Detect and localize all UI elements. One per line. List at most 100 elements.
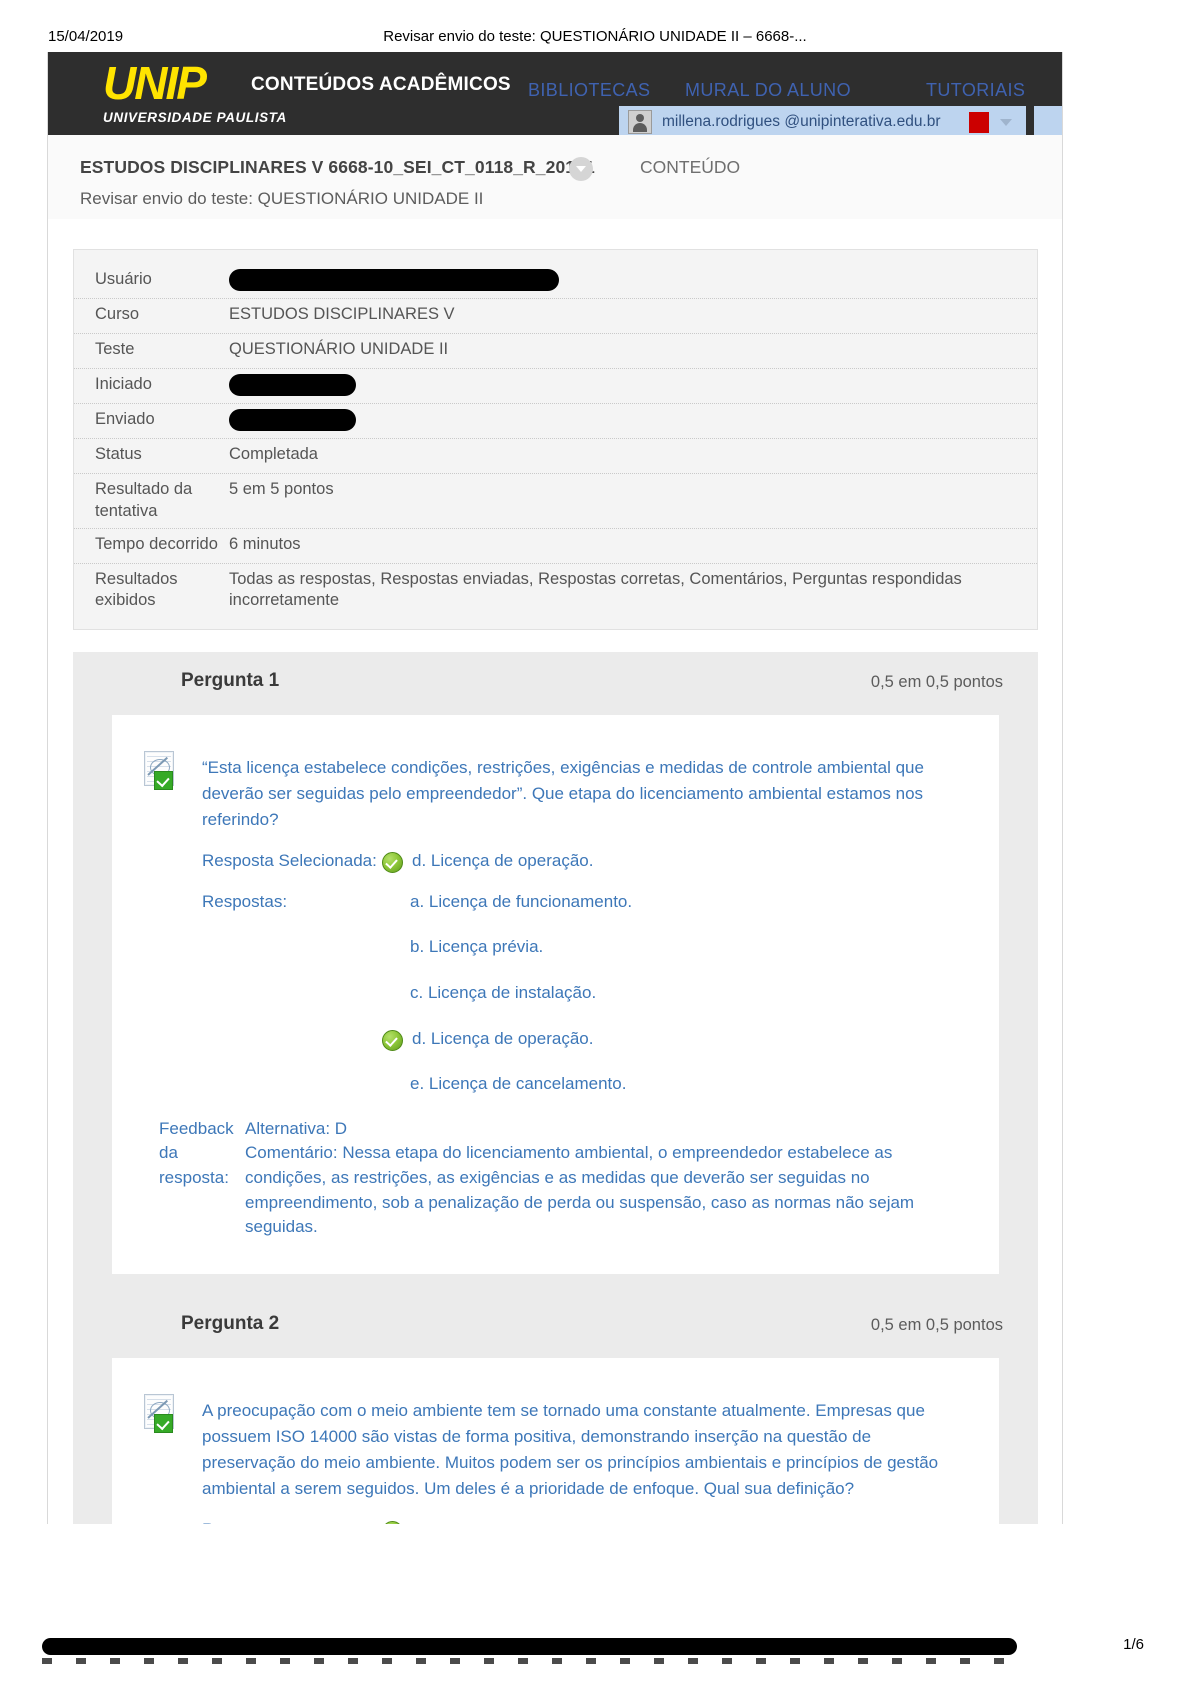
footer-url-ghost [42,1658,1017,1664]
selected-answer-row: Resposta c. [202,1518,963,1524]
print-document-title: Revisar envio do teste: QUESTIONÁRIO UNI… [383,28,807,45]
selected-answer-row: Resposta Selecionada: d. Licença de opera… [202,849,963,874]
user-avatar-icon [628,110,652,134]
info-row-value: Completada [229,445,318,463]
info-row: Teste QUESTIONÁRIO UNIDADE II [74,334,1037,369]
info-row-value: QUESTIONÁRIO UNIDADE II [229,340,449,358]
answer-options-list: a. Licença de funcionamento. b. Licença p… [382,890,632,1097]
answer-option: d. Licença de operação. [382,1027,632,1052]
answer-option-text: e. Licença de cancelamento. [410,1074,627,1094]
info-row: Iniciado [74,369,1037,404]
question-text: “Esta licença estabelece condições, rest… [202,758,924,829]
info-row: Curso ESTUDOS DISCIPLINARES V [74,299,1037,334]
print-footer: 1/6 [0,1636,1190,1664]
page-content: UNIP UNIVERSIDADE PAULISTA CONTEÚDOS ACA… [47,52,1063,1524]
notification-badge[interactable] [969,112,989,133]
info-row-value [229,374,372,396]
feedback-alternative: Alternativa: D [245,1118,348,1138]
info-row: Status Completada [74,439,1037,474]
info-row-label: Resultados exibidos [95,569,178,610]
question-correct-icon [144,1394,178,1433]
question-block-1: Pergunta 1 0,5 em 0,5 pontos “Esta licença… [73,652,1038,1297]
info-row-value: Todas as respostas, Respostas enviadas, … [229,569,962,610]
correct-answer-check-icon [382,852,403,873]
breadcrumb-section[interactable]: CONTEÚDO [640,157,740,178]
info-row: Enviado [74,404,1037,439]
info-row: Resultado da tentativa 5 em 5 pontos [74,474,1037,529]
green-check-badge-icon [154,771,173,790]
info-row: Resultados exibidos Todas as respostas, R… [74,564,1037,618]
info-row-label: Usuário [95,270,152,288]
top-navigation: BIBLIOTECAS MURAL DO ALUNO TUTORIAIS [528,80,1048,104]
nav-item-bibliotecas[interactable]: BIBLIOTECAS [528,80,650,101]
selected-answer-value: d. Licença de operação. [382,849,593,874]
info-row-label: Status [95,445,142,463]
redacted-value [229,374,356,396]
info-row-label: Tempo decorrido [95,534,218,553]
feedback-body: Alternativa: D Comentário: Nessa etapa do… [245,1117,963,1240]
answer-option: c. Licença de instalação. [382,981,632,1006]
question-points: 0,5 em 0,5 pontos [870,673,1003,691]
nav-item-mural-do-aluno[interactable]: MURAL DO ALUNO [685,80,851,101]
info-row-value: ESTUDOS DISCIPLINARES V [229,305,455,323]
info-row: Usuário [74,264,1037,299]
attempt-info-table: Usuário Curso ESTUDOS DISCIPLINARES V Teste… [73,249,1038,631]
question-title: Pergunta 2 [181,1313,280,1334]
feedback-row: Feedback da resposta: Alternativa: D Comen… [159,1117,963,1240]
account-menu[interactable]: millena.rodrigues @unipinterativa.edu.br [619,106,1026,135]
answer-options-label: Respostas: [202,891,288,911]
question-body: “Esta licença estabelece condições, rest… [73,715,1038,1297]
question-block-2: Pergunta 2 0,5 em 0,5 pontos A preocupação… [73,1295,1038,1524]
answers-grid: Resposta c. [202,1518,963,1524]
answer-options-row: Respostas: a. Licença de funcionamento. b.… [202,890,963,1097]
selected-answer-label: Resposta Selecionada: [202,851,377,870]
question-title: Pergunta 1 [181,670,280,691]
info-row-value: 6 minutos [229,534,301,553]
chevron-down-circle-icon[interactable] [569,157,593,181]
answer-option-text: b. Licença prévia. [410,937,544,957]
logo-subtitle: UNIVERSIDADE PAULISTA [103,110,287,125]
info-row-value [229,409,372,431]
redacted-value [229,269,559,291]
question-points: 0,5 em 0,5 pontos [870,1316,1003,1334]
selected-answer-label: Resposta [202,1518,382,1524]
correct-answer-check-icon [382,1029,403,1051]
page-title: Revisar envio do teste: QUESTIONÁRIO UNI… [80,189,484,208]
answer-option-text: c. Licença de instalação. [410,982,597,1002]
answer-option-text: a. Licença de funcionamento. [410,891,633,911]
brand-title: CONTEÚDOS ACADÊMICOS [251,74,511,95]
info-row-label: Iniciado [95,375,152,393]
chevron-down-icon[interactable] [1000,119,1012,126]
breadcrumb-course[interactable]: ESTUDOS DISCIPLINARES V 6668-10_SEI_CT_0… [80,157,595,178]
info-row-label: Enviado [95,410,155,428]
account-email: millena.rodrigues @unipinterativa.edu.br [662,113,941,130]
question-card: A preocupação com o meio ambiente tem se… [112,1358,999,1524]
info-row: Tempo decorrido 6 minutos [74,529,1037,564]
green-check-badge-icon [154,1414,173,1433]
feedback-label: Feedback da resposta: [159,1118,234,1188]
info-row-label: Teste [95,340,135,358]
question-header: Pergunta 2 0,5 em 0,5 pontos [73,1295,1038,1358]
answers-grid: Resposta Selecionada: d. Licença de opera… [202,849,963,1097]
print-header: 15/04/2019 Revisar envio do teste: QUEST… [0,28,1190,50]
info-row-label: Curso [95,305,140,323]
answer-option-text: d. Licença de operação. [412,1028,594,1048]
info-row-value [229,269,575,291]
page-number: 1/6 [1123,1636,1144,1653]
nav-item-tutoriais[interactable]: TUTORIAIS [926,80,1025,101]
question-correct-icon [144,751,178,790]
site-header: UNIP UNIVERSIDADE PAULISTA CONTEÚDOS ACA… [48,52,1062,135]
answer-option: a. Licença de funcionamento. [382,890,632,915]
account-menu-highlight-tail [1034,106,1062,135]
redacted-value [229,409,356,431]
selected-answer-value: c. [382,1518,425,1524]
answer-option: e. Licença de cancelamento. [382,1072,632,1097]
info-row-label: Resultado da tentativa [95,480,193,520]
answer-option: b. Licença prévia. [382,935,632,960]
question-text: A preocupação com o meio ambiente tem se… [202,1401,939,1498]
selected-answer-text: c. [412,1518,425,1524]
footer-redacted-url [42,1638,1017,1655]
question-body: A preocupação com o meio ambiente tem se… [73,1358,1038,1524]
correct-answer-check-icon [382,1521,403,1524]
info-row-value: 5 em 5 pontos [229,480,334,498]
